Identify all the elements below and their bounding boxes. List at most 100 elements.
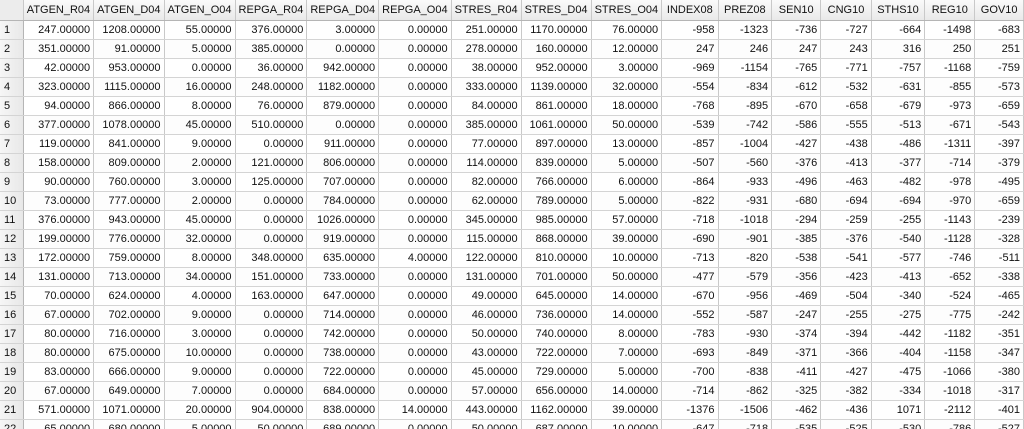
table-cell[interactable]: 5.00000 [591, 153, 663, 173]
table-cell[interactable]: 55.00000 [164, 20, 236, 40]
table-cell[interactable]: -374 [771, 324, 822, 344]
table-cell[interactable]: 10.00000 [591, 419, 663, 429]
table-cell[interactable]: 3.00000 [164, 324, 236, 344]
table-cell[interactable]: -242 [974, 305, 1024, 325]
table-cell[interactable]: -718 [661, 210, 719, 230]
table-cell[interactable]: -587 [718, 305, 773, 325]
table-cell[interactable]: -376 [771, 153, 822, 173]
table-cell[interactable]: -700 [661, 362, 719, 382]
table-cell[interactable]: -532 [820, 77, 872, 97]
table-cell[interactable]: -525 [820, 419, 872, 429]
table-cell[interactable]: -1182 [924, 324, 976, 344]
table-cell[interactable]: 866.00000 [93, 96, 165, 116]
table-row[interactable]: 4 323.00000 1115.00000 16.00000 248.00000 118… [0, 77, 1024, 97]
table-cell[interactable]: 2.00000 [164, 191, 236, 211]
table-cell[interactable]: -511 [974, 248, 1024, 268]
table-cell[interactable]: 510.00000 [235, 115, 308, 135]
table-cell[interactable]: -768 [661, 96, 719, 116]
table-cell[interactable]: -513 [871, 115, 926, 135]
table-cell[interactable]: -864 [661, 172, 719, 192]
table-cell[interactable]: 911.00000 [306, 134, 380, 154]
table-cell[interactable]: 656.00000 [521, 381, 592, 401]
table-cell[interactable]: -1018 [924, 381, 976, 401]
table-cell[interactable]: 125.00000 [235, 172, 308, 192]
table-cell[interactable]: 0.00000 [378, 381, 452, 401]
table-cell[interactable]: 77.00000 [451, 134, 522, 154]
table-cell[interactable]: 16.00000 [164, 77, 236, 97]
table-cell[interactable]: 57.00000 [591, 210, 663, 230]
table-row[interactable]: 20 67.00000 649.00000 7.00000 0.00000 684.000… [0, 381, 1024, 401]
table-cell[interactable]: 0.00000 [378, 210, 452, 230]
table-cell[interactable]: 8.00000 [591, 324, 663, 344]
table-cell[interactable]: 32.00000 [164, 229, 236, 249]
table-cell[interactable]: 879.00000 [306, 96, 380, 116]
table-row[interactable]: 12 199.00000 776.00000 32.00000 0.00000 919.0… [0, 229, 1024, 249]
table-row[interactable]: 9 90.00000 760.00000 3.00000 125.00000 707.00… [0, 172, 1024, 192]
table-cell[interactable]: 953.00000 [93, 58, 165, 78]
table-cell[interactable]: -552 [661, 305, 719, 325]
row-header[interactable]: 2 [0, 39, 24, 59]
table-cell[interactable]: -486 [871, 134, 926, 154]
row-header[interactable]: 16 [0, 305, 24, 325]
table-cell[interactable]: -366 [820, 343, 872, 363]
table-cell[interactable]: -820 [718, 248, 773, 268]
column-header-repga_r04[interactable]: REPGA_R04 [235, 0, 308, 21]
table-cell[interactable]: -371 [771, 343, 822, 363]
table-cell[interactable]: 376.00000 [23, 210, 95, 230]
table-row[interactable]: 2 351.00000 91.00000 5.00000 385.00000 0.0000… [0, 39, 1024, 59]
table-cell[interactable]: 742.00000 [306, 324, 380, 344]
table-cell[interactable]: -294 [771, 210, 822, 230]
table-cell[interactable]: 443.00000 [451, 400, 522, 420]
table-cell[interactable]: -477 [661, 267, 719, 287]
table-cell[interactable]: -413 [871, 267, 926, 287]
table-cell[interactable]: 7.00000 [591, 343, 663, 363]
column-header-sths10[interactable]: STHS10 [871, 0, 926, 21]
table-cell[interactable]: -775 [924, 305, 976, 325]
table-cell[interactable]: 0.00000 [378, 191, 452, 211]
table-cell[interactable]: -895 [718, 96, 773, 116]
table-cell[interactable]: -540 [871, 229, 926, 249]
row-header[interactable]: 1 [0, 20, 24, 40]
table-cell[interactable]: 76.00000 [235, 96, 308, 116]
table-cell[interactable]: 0.00000 [378, 20, 452, 40]
table-cell[interactable]: -1158 [924, 343, 976, 363]
table-cell[interactable]: -652 [924, 267, 976, 287]
table-cell[interactable]: -436 [820, 400, 872, 420]
table-cell[interactable]: 0.00000 [378, 96, 452, 116]
table-cell[interactable]: 345.00000 [451, 210, 522, 230]
table-cell[interactable]: -504 [820, 286, 872, 306]
table-cell[interactable]: 114.00000 [451, 153, 522, 173]
table-cell[interactable]: 943.00000 [93, 210, 165, 230]
row-header[interactable]: 20 [0, 381, 24, 401]
table-cell[interactable]: -538 [771, 248, 822, 268]
table-cell[interactable]: -427 [820, 362, 872, 382]
table-cell[interactable]: 5.00000 [164, 39, 236, 59]
column-header-gov10[interactable]: GOV10 [974, 0, 1024, 21]
table-cell[interactable]: 3.00000 [591, 58, 663, 78]
table-row[interactable]: 6 377.00000 1078.00000 45.00000 510.00000 0.0… [0, 115, 1024, 135]
table-cell[interactable]: 666.00000 [93, 362, 165, 382]
table-cell[interactable]: 122.00000 [451, 248, 522, 268]
table-cell[interactable]: 42.00000 [23, 58, 95, 78]
table-cell[interactable]: -1323 [718, 20, 773, 40]
table-cell[interactable]: 0.00000 [378, 172, 452, 192]
table-cell[interactable]: -647 [661, 419, 719, 429]
table-cell[interactable]: -973 [924, 96, 976, 116]
table-cell[interactable]: -680 [771, 191, 822, 211]
table-cell[interactable]: 94.00000 [23, 96, 95, 116]
table-cell[interactable]: -736 [771, 20, 822, 40]
table-row[interactable]: 5 94.00000 866.00000 8.00000 76.00000 879.000… [0, 96, 1024, 116]
table-cell[interactable]: 624.00000 [93, 286, 165, 306]
table-cell[interactable]: -1506 [718, 400, 773, 420]
table-cell[interactable]: 32.00000 [591, 77, 663, 97]
table-cell[interactable]: -670 [771, 96, 822, 116]
table-cell[interactable]: 0.00000 [235, 191, 308, 211]
table-cell[interactable]: 806.00000 [306, 153, 380, 173]
table-cell[interactable]: 0.00000 [306, 39, 380, 59]
table-cell[interactable]: -573 [974, 77, 1024, 97]
table-cell[interactable]: 1026.00000 [306, 210, 380, 230]
table-cell[interactable]: 151.00000 [235, 267, 308, 287]
table-cell[interactable]: -465 [974, 286, 1024, 306]
table-cell[interactable]: 376.00000 [235, 20, 308, 40]
table-cell[interactable]: 80.00000 [23, 343, 95, 363]
